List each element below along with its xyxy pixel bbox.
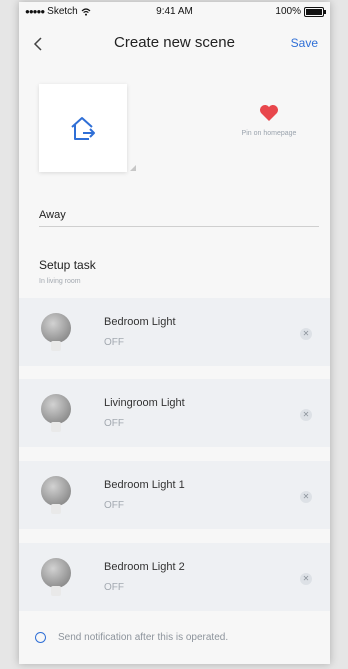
status-bar: ●●●●● Sketch 9:41 AM 100% <box>19 2 330 22</box>
notification-label: Send notification after this is operated… <box>58 631 229 643</box>
save-button[interactable]: Save <box>291 36 318 50</box>
phone-screen: ●●●●● Sketch 9:41 AM 100% Create new sce… <box>19 2 330 664</box>
battery-area: 100% <box>275 6 326 17</box>
heart-icon <box>260 105 278 121</box>
device-row[interactable]: Bedroom Light OFF ✕ <box>19 298 330 366</box>
device-state: OFF <box>104 337 124 348</box>
light-bulb-icon <box>41 394 71 432</box>
nav-bar: Create new scene Save <box>19 24 330 64</box>
setup-task-location: In living room <box>39 278 81 285</box>
battery-icon <box>304 6 326 17</box>
device-name: Bedroom Light 2 <box>104 561 185 573</box>
device-state: OFF <box>104 582 124 593</box>
send-notification-option[interactable]: Send notification after this is operated… <box>35 629 325 645</box>
light-bulb-icon <box>41 313 71 351</box>
light-bulb-icon <box>41 558 71 596</box>
battery-percent: 100% <box>275 6 301 17</box>
close-icon[interactable]: ✕ <box>300 409 312 421</box>
page-title: Create new scene <box>114 34 235 51</box>
scene-name-field[interactable]: Away <box>39 207 319 227</box>
close-icon[interactable]: ✕ <box>300 573 312 585</box>
device-name: Bedroom Light <box>104 316 176 328</box>
setup-task-heading: Setup task <box>39 258 96 272</box>
device-name: Bedroom Light 1 <box>104 479 185 491</box>
device-state: OFF <box>104 418 124 429</box>
light-bulb-icon <box>41 476 71 514</box>
scene-icon-picker[interactable] <box>39 84 127 172</box>
resize-corner-icon <box>130 165 136 171</box>
device-row[interactable]: Bedroom Light 2 OFF ✕ <box>19 543 330 611</box>
home-exit-icon <box>71 117 95 140</box>
device-state: OFF <box>104 500 124 511</box>
device-row[interactable]: Bedroom Light 1 OFF ✕ <box>19 461 330 529</box>
device-name: Livingroom Light <box>104 397 185 409</box>
device-row[interactable]: Livingroom Light OFF ✕ <box>19 379 330 447</box>
radio-button[interactable] <box>35 631 46 643</box>
close-icon[interactable]: ✕ <box>300 491 312 503</box>
pin-on-homepage-toggle[interactable]: Pin on homepage <box>224 104 314 137</box>
close-icon[interactable]: ✕ <box>300 328 312 340</box>
pin-label: Pin on homepage <box>241 130 297 137</box>
